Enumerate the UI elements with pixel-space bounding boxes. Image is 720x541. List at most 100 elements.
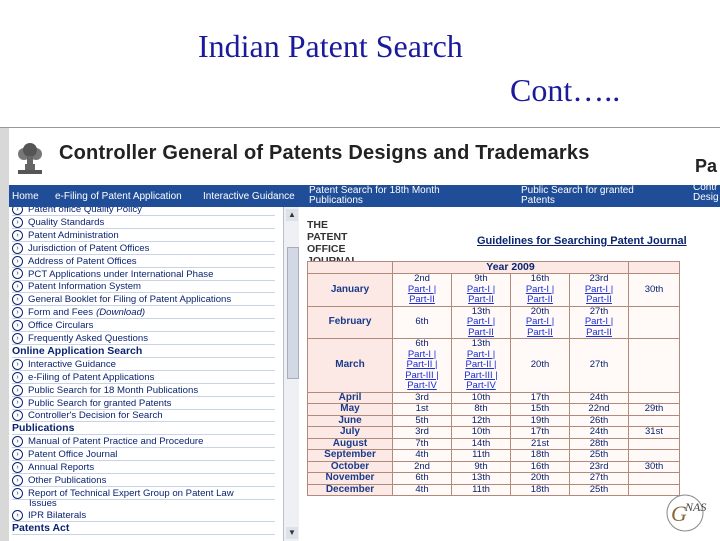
journal-part-link[interactable]: Part-II <box>452 294 510 306</box>
journal-part-link[interactable]: Part-I | <box>570 316 628 328</box>
issue-date: 17th <box>530 426 550 437</box>
date-cell: 13th <box>451 472 511 485</box>
issue-date: 16th <box>530 273 550 284</box>
bullet-arrow-icon: › <box>12 281 23 293</box>
date-cell: 17th <box>510 426 570 439</box>
date-cell: 14th <box>451 437 511 450</box>
nav-patent-search[interactable]: Patent Search for 18th Month Publication… <box>309 185 509 207</box>
month-cell: December <box>307 483 393 496</box>
nav-controller-line2: Desig <box>693 192 719 203</box>
journal-table: Year 2009 January 2nd Part-I | Part-II 9th Par… <box>307 261 680 496</box>
date-cell: 27th Part-I | Part-II <box>569 305 629 339</box>
issue-date: 4th <box>415 449 429 460</box>
journal-part-link[interactable]: Part-II | <box>452 359 510 371</box>
date-cell: 21st <box>510 437 570 450</box>
journal-part-link[interactable]: Part-IV <box>452 380 510 392</box>
table-row: August 7th 14th 21st 28th <box>307 437 680 450</box>
issue-date: 16th <box>530 460 550 472</box>
issue-date: 8th <box>474 403 488 414</box>
month-cell: May <box>307 403 393 416</box>
date-cell: 2nd Part-I | Part-II <box>392 273 452 307</box>
table-row: October 2nd 9th 16th 23rd 30th <box>307 460 680 473</box>
issue-date: 28th <box>589 437 609 449</box>
bullet-arrow-icon: › <box>12 294 23 306</box>
date-cell: 23rd Part-I | Part-II <box>569 273 629 307</box>
sidebar-scrollbar[interactable]: ▲ ▼ <box>283 207 300 541</box>
date-cell: 29th <box>628 403 680 416</box>
journal-part-link[interactable]: Part-IV <box>393 380 451 392</box>
issue-date: 24th <box>589 426 609 437</box>
date-cell: 11th <box>451 449 511 462</box>
date-cell <box>628 391 680 404</box>
sidebar-item-label: Report of Technical Expert Group on Pate… <box>28 487 234 499</box>
main-content: THEPATENTOFFICEJOURNAL Guidelines for Se… <box>299 207 720 541</box>
bullet-arrow-icon: › <box>12 474 23 486</box>
journal-part-link[interactable]: Part-II <box>511 294 569 306</box>
sidebar-item-label: Form and Fees <box>28 307 94 319</box>
sidebar-item-label: Patent Office Journal <box>28 449 118 461</box>
guidelines-link[interactable]: Guidelines for Searching Patent Journal <box>477 235 687 247</box>
browser-left-frame <box>0 128 9 541</box>
table-row: May 1st 8th 15th 22nd 29th <box>307 403 680 416</box>
journal-part-link[interactable]: Part-II <box>393 294 451 306</box>
date-cell <box>628 414 680 427</box>
journal-part-link[interactable]: Part-II <box>570 294 628 306</box>
journal-part-link[interactable]: Part-I | <box>452 316 510 328</box>
issue-date: 2nd <box>414 273 430 284</box>
scroll-up-icon[interactable]: ▲ <box>286 209 298 221</box>
site-title: Controller General of Patents Designs an… <box>59 142 590 164</box>
nav-efiling[interactable]: e-Filing of Patent Application <box>55 191 182 202</box>
scroll-thumb[interactable] <box>287 247 299 379</box>
scroll-down-icon[interactable]: ▼ <box>286 527 298 539</box>
sidebar-item-label: Controller's Decision for Search <box>28 410 163 422</box>
date-cell: 25th <box>569 483 629 496</box>
table-row: September 4th 11th 18th 25th <box>307 449 680 462</box>
date-cell: 20th <box>510 338 570 393</box>
sidebar-item-label: Other Publications <box>28 474 107 486</box>
date-cell: 20th Part-I | Part-II <box>510 305 570 339</box>
issue-date: 23rd <box>589 273 609 284</box>
date-cell: 13th Part-I | Part-II | Part-III | Part-IV <box>451 338 511 393</box>
nav-public-search-line2: Patents <box>521 195 555 206</box>
date-cell: 7th <box>392 437 452 450</box>
journal-part-link[interactable]: Part-II | <box>393 359 451 371</box>
issue-date: 3rd <box>415 426 429 437</box>
date-cell: 6th <box>392 305 452 339</box>
nav-interactive-guidance[interactable]: Interactive Guidance <box>203 191 295 202</box>
issue-date: 17th <box>530 391 550 403</box>
date-cell: 2nd <box>392 460 452 473</box>
table-row: January 2nd Part-I | Part-II 9th Part-I | Part… <box>307 273 680 307</box>
journal-part-link[interactable]: Part-I | <box>511 316 569 328</box>
date-cell: 18th <box>510 449 570 462</box>
date-cell: 18th <box>510 483 570 496</box>
bullet-arrow-icon: › <box>12 384 23 396</box>
bullet-arrow-icon: › <box>12 487 23 499</box>
date-cell: 10th <box>451 426 511 439</box>
journal-part-link[interactable]: Part-II <box>570 327 628 339</box>
issue-date: 25th <box>589 449 609 460</box>
issue-date: 22nd <box>588 403 610 414</box>
journal-part-link[interactable]: Part-II <box>511 327 569 339</box>
table-corner <box>307 261 393 274</box>
nav-controller[interactable]: Contr Desig <box>693 185 720 207</box>
journal-part-link[interactable]: Part-II <box>452 327 510 339</box>
table-row: June 5th 12th 19th 26th <box>307 414 680 427</box>
sidebar-item-label: Annual Reports <box>28 462 95 473</box>
sidebar-item-suffix: (Download) <box>96 307 146 319</box>
sidebar-item-label: Patent Information System <box>28 281 142 293</box>
date-cell: 3rd <box>392 426 452 439</box>
date-cell: 22nd <box>569 403 629 416</box>
date-cell: 31st <box>628 426 680 439</box>
bullet-arrow-icon: › <box>12 216 23 228</box>
date-cell: 5th <box>392 414 452 427</box>
date-cell: 16th Part-I | Part-II <box>510 273 570 307</box>
issue-date: 30th <box>644 460 664 472</box>
table-corner-right <box>628 261 680 274</box>
bullet-arrow-icon: › <box>12 397 23 409</box>
nas-logo-text: NAS <box>684 500 706 514</box>
issue-date: 20th <box>530 472 550 483</box>
nav-public-search[interactable]: Public Search for granted Patents <box>521 185 681 207</box>
table-row: February 6th 13th Part-I | Part-II 20th Part-I… <box>307 305 680 339</box>
bullet-arrow-icon: › <box>12 371 23 383</box>
nav-home[interactable]: Home <box>12 191 39 202</box>
